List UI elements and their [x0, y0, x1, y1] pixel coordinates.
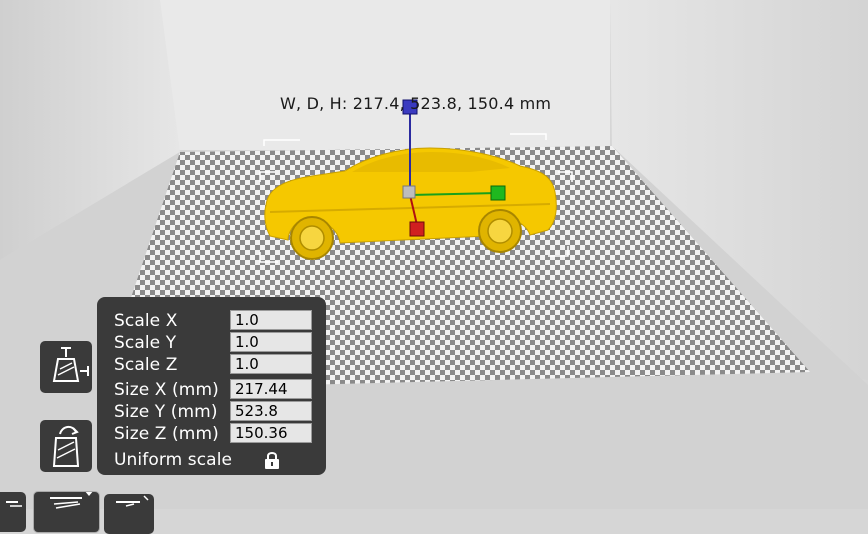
center-handle: [402, 185, 416, 199]
size-y-label: Size Y (mm): [114, 402, 218, 422]
support-tool-button[interactable]: [0, 492, 26, 532]
size-y-input[interactable]: 523.8: [230, 401, 312, 421]
lock-icon[interactable]: [264, 451, 280, 469]
size-x-row: Size X (mm) 217.44: [114, 379, 319, 401]
scale-x-input[interactable]: 1.0: [230, 310, 312, 330]
layflat-tool-button[interactable]: [104, 494, 154, 534]
scale-y-label: Scale Y: [114, 333, 177, 353]
size-z-label: Size Z (mm): [114, 424, 219, 444]
y-handle: [490, 185, 506, 201]
rotate-tool-button[interactable]: [40, 420, 92, 472]
scale-y-row: Scale Y 1.0: [114, 332, 319, 354]
scale-tool-icon: [52, 347, 89, 382]
size-x-label: Size X (mm): [114, 380, 219, 400]
dimensions-label: W, D, H: 217.4, 523.8, 150.4 mm: [280, 94, 552, 113]
size-x-input[interactable]: 217.44: [230, 379, 312, 399]
size-z-row: Size Z (mm) 150.36: [114, 423, 319, 445]
scale-x-row: Scale X 1.0: [114, 310, 319, 332]
scale-x-label: Scale X: [114, 311, 178, 331]
scale-y-input[interactable]: 1.0: [230, 332, 312, 352]
support-tool-icon: [6, 501, 22, 507]
layflat-tool-icon: [116, 495, 149, 507]
back-wall: [160, 0, 610, 150]
scale-z-label: Scale Z: [114, 355, 178, 375]
uniform-scale-label: Uniform scale: [114, 450, 233, 470]
mirror-tool-icon: [50, 492, 93, 509]
size-y-row: Size Y (mm) 523.8: [114, 401, 319, 423]
size-z-input[interactable]: 150.36: [230, 423, 312, 443]
x-handle: [409, 221, 425, 237]
mirror-tool-button[interactable]: [33, 491, 100, 533]
uniform-scale-row: Uniform scale: [114, 449, 319, 471]
scale-z-input[interactable]: 1.0: [230, 354, 312, 374]
scale-panel: Scale X 1.0 Scale Y 1.0 Scale Z 1.0 Size…: [97, 297, 326, 475]
scale-tool-button[interactable]: [40, 341, 92, 393]
rotate-tool-icon: [52, 426, 80, 467]
scale-z-row: Scale Z 1.0: [114, 354, 319, 376]
